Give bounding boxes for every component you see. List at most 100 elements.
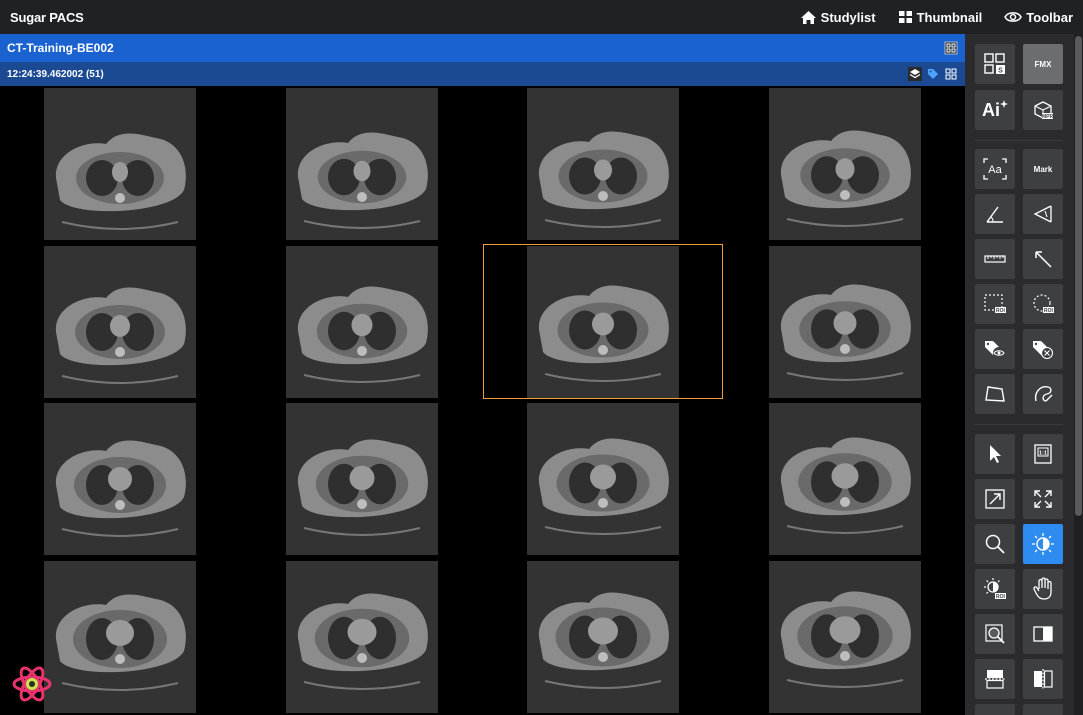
- ai-button[interactable]: Ai: [975, 90, 1015, 130]
- thumbnail-label: Thumbnail: [916, 9, 983, 25]
- clear-annotations-button[interactable]: [1023, 329, 1063, 369]
- atom-logo-icon: [12, 666, 52, 702]
- ct-slice-thumbnail[interactable]: [286, 246, 438, 398]
- text-annotation-button[interactable]: Aa: [975, 149, 1015, 189]
- ct-slice-image: [55, 287, 186, 384]
- ct-slice-image: [538, 285, 669, 382]
- ct-slice-image: [297, 132, 428, 229]
- actual-size-button[interactable]: 1:1: [1023, 434, 1063, 474]
- svg-text:1:1: 1:1: [1039, 451, 1047, 457]
- rotate-right-button[interactable]: [1023, 704, 1063, 715]
- angle-icon: [986, 206, 1003, 223]
- ct-slice-thumbnail[interactable]: [44, 561, 196, 713]
- ct-slice-thumbnail[interactable]: [769, 246, 921, 398]
- ai-label: Ai: [982, 99, 1000, 120]
- zoom-tool-button[interactable]: [975, 524, 1015, 564]
- ct-slice-thumbnail[interactable]: [769, 561, 921, 713]
- ct-slice-thumbnail[interactable]: [44, 88, 196, 240]
- grid-icon: [944, 41, 958, 55]
- zoom-fit-button[interactable]: [975, 479, 1015, 519]
- pointer-tool-button[interactable]: [975, 434, 1015, 474]
- thumbnail-button[interactable]: Thumbnail: [898, 9, 983, 25]
- roi-window-button[interactable]: ROI: [975, 569, 1015, 609]
- image-viewer: CT-Training-BE002 12:24:39.462002 (51): [0, 34, 965, 715]
- cursor-icon: [990, 445, 1001, 463]
- ct-slice-thumbnail[interactable]: [769, 403, 921, 555]
- tag-button[interactable]: [926, 67, 940, 86]
- ct-slice-thumbnail[interactable]: [527, 246, 679, 398]
- window-level-button[interactable]: [1023, 524, 1063, 564]
- mark-label: Mark: [1033, 164, 1053, 174]
- grid-icon: [945, 68, 957, 80]
- layout-grid-button[interactable]: [944, 41, 958, 60]
- fmx-button[interactable]: FMX: [1023, 44, 1063, 84]
- svg-text:S: S: [998, 68, 1003, 75]
- ct-slice-thumbnail[interactable]: [286, 403, 438, 555]
- tag-icon: [928, 69, 938, 79]
- flip-horizontal-button[interactable]: [1023, 659, 1063, 699]
- ct-slice-thumbnail[interactable]: [527, 561, 679, 713]
- tag-delete-icon: [1033, 341, 1054, 360]
- toolbar-separator: [975, 424, 1063, 425]
- ct-slice-thumbnail[interactable]: [44, 246, 196, 398]
- magnify-roi-button[interactable]: [975, 614, 1015, 654]
- ellipse-roi-button[interactable]: ROI: [1023, 284, 1063, 324]
- svg-text:ROI: ROI: [996, 308, 1006, 314]
- ct-slice-image: [780, 437, 911, 534]
- mark-button[interactable]: Mark: [1023, 149, 1063, 189]
- ct-slice-image: [55, 440, 186, 537]
- resize-icon: [985, 489, 1005, 509]
- series-info-actions: [908, 67, 958, 86]
- flip-vertical-button[interactable]: [975, 659, 1015, 699]
- layers-button[interactable]: [908, 67, 922, 86]
- sparkle-icon: [1000, 100, 1008, 108]
- show-annotations-button[interactable]: [975, 329, 1015, 369]
- series-title: CT-Training-BE002: [7, 41, 114, 55]
- ruler-icon: [984, 255, 1006, 263]
- pan-tool-button[interactable]: [1023, 569, 1063, 609]
- ct-slice-image: [780, 591, 911, 688]
- ruler-tool-button[interactable]: [975, 239, 1015, 279]
- arrow-icon: [1035, 251, 1052, 268]
- series-info-bar: 12:24:39.462002 (51): [0, 62, 965, 86]
- ct-slice-image: [538, 131, 669, 228]
- mpr-button[interactable]: MPR: [1023, 90, 1063, 130]
- layout-tool-button[interactable]: S: [975, 44, 1015, 84]
- ct-slice-thumbnail[interactable]: [527, 403, 679, 555]
- polygon-tool-button[interactable]: [975, 374, 1015, 414]
- ct-slice-thumbnail[interactable]: [286, 561, 438, 713]
- freehand-icon: [1034, 386, 1053, 402]
- rect-roi-button[interactable]: ROI: [975, 284, 1015, 324]
- layout-icon: S: [984, 53, 1005, 75]
- svg-text:Aa: Aa: [988, 164, 1002, 176]
- invert-icon: [1033, 626, 1053, 642]
- ct-slice-thumbnail[interactable]: [527, 88, 679, 240]
- flip-vertical-icon: [985, 670, 1005, 689]
- toolbar-separator: [975, 140, 1063, 141]
- freehand-tool-button[interactable]: [1023, 374, 1063, 414]
- angle-tool-button[interactable]: [975, 194, 1015, 234]
- fullscreen-button[interactable]: [1023, 479, 1063, 519]
- hand-icon: [1033, 577, 1052, 600]
- studylist-button[interactable]: Studylist: [800, 10, 876, 25]
- thumbnail-grid-button[interactable]: [944, 67, 958, 86]
- series-bar: CT-Training-BE002: [0, 34, 965, 62]
- scrollbar-thumb[interactable]: [1075, 36, 1082, 516]
- studylist-label: Studylist: [820, 9, 876, 25]
- eye-icon: [1004, 12, 1023, 22]
- invert-button[interactable]: [1023, 614, 1063, 654]
- ct-slice-thumbnail[interactable]: [769, 88, 921, 240]
- ct-slice-thumbnail[interactable]: [286, 88, 438, 240]
- rotate-left-button[interactable]: [975, 704, 1015, 715]
- arrow-annotation-button[interactable]: [1023, 239, 1063, 279]
- ct-slice-image: [55, 594, 186, 691]
- brightness-icon: [1032, 533, 1054, 555]
- toolbar-scrollbar[interactable]: [1074, 34, 1083, 715]
- svg-text:ROI: ROI: [1044, 308, 1054, 314]
- cobb-angle-button[interactable]: [1023, 194, 1063, 234]
- ct-slice-image: [780, 284, 911, 381]
- toolbar-button[interactable]: Toolbar: [1004, 10, 1073, 25]
- ct-slice-thumbnail[interactable]: [44, 403, 196, 555]
- layers-icon: [908, 67, 922, 81]
- cobb-angle-icon: [1033, 205, 1052, 223]
